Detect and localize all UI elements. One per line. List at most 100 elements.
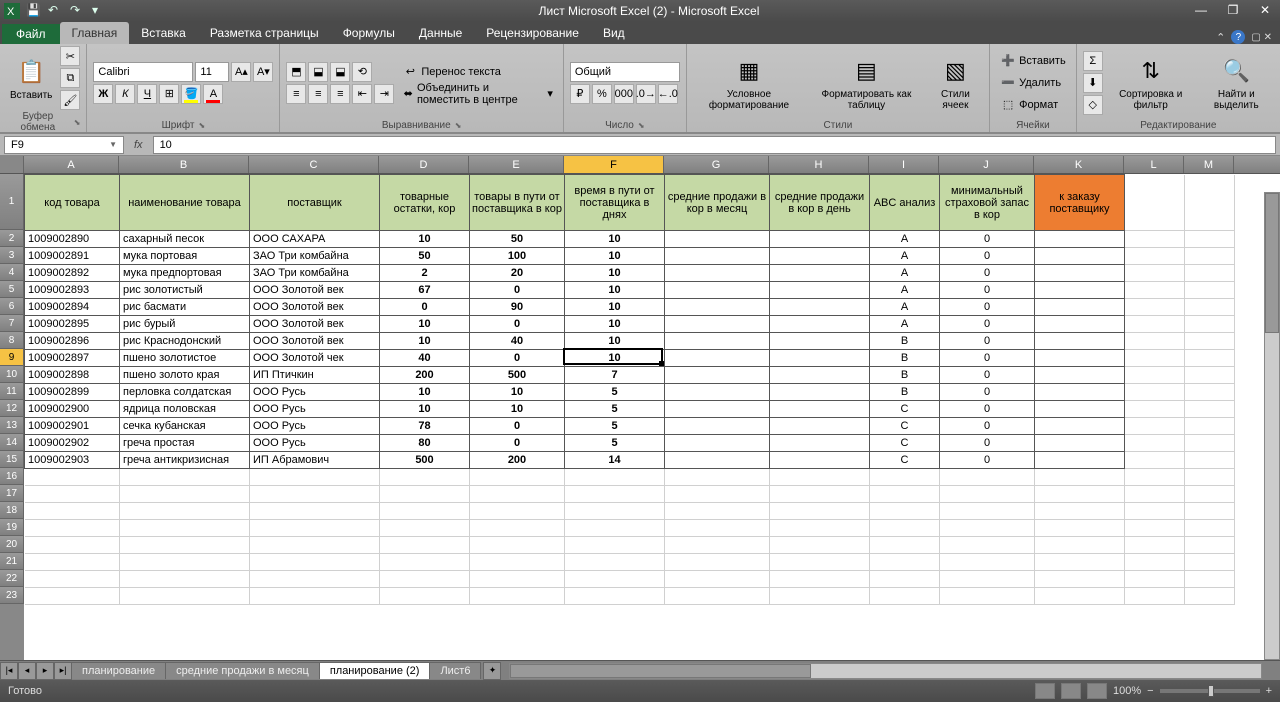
cell[interactable] [770, 452, 870, 469]
cell[interactable]: 10 [565, 333, 665, 350]
cell[interactable] [770, 299, 870, 316]
table-header[interactable]: код товара [25, 175, 120, 231]
row-header-5[interactable]: 5 [0, 281, 24, 298]
cell[interactable]: ИП Птичкин [250, 367, 380, 384]
decrease-indent-button[interactable]: ⇤ [352, 84, 372, 104]
cell[interactable]: A [870, 265, 940, 282]
cell[interactable] [665, 299, 770, 316]
file-tab[interactable]: Файл [2, 24, 60, 44]
cell[interactable]: 0 [940, 265, 1035, 282]
cell-styles-button[interactable]: ▧Стили ячеек [928, 53, 983, 113]
cell[interactable] [770, 282, 870, 299]
table-header[interactable]: поставщик [250, 175, 380, 231]
cell[interactable]: 1009002890 [25, 231, 120, 248]
cell[interactable] [1035, 333, 1125, 350]
zoom-out-button[interactable]: − [1147, 685, 1153, 697]
cell[interactable]: ЗАО Три комбайна [250, 248, 380, 265]
cell[interactable]: 0 [940, 418, 1035, 435]
cell[interactable]: B [870, 384, 940, 401]
cell[interactable]: пшено золотистое [120, 350, 250, 367]
cell[interactable]: ООО Золотой век [250, 333, 380, 350]
col-header-D[interactable]: D [379, 156, 469, 173]
fill-color-button[interactable]: 🪣 [181, 84, 201, 104]
format-as-table-button[interactable]: ▤Форматировать как таблицу [809, 53, 924, 113]
cell[interactable]: рис золотистый [120, 282, 250, 299]
cell[interactable]: ООО Золотой чек [250, 350, 380, 367]
comma-button[interactable]: 000 [614, 84, 634, 104]
cell[interactable] [770, 384, 870, 401]
row-header-8[interactable]: 8 [0, 332, 24, 349]
cell[interactable]: 78 [380, 418, 470, 435]
cell[interactable]: A [870, 316, 940, 333]
cell[interactable] [770, 248, 870, 265]
sheet-tab[interactable]: планирование (2) [319, 662, 431, 679]
cell[interactable]: 10 [380, 401, 470, 418]
cell[interactable]: 1009002900 [25, 401, 120, 418]
cell[interactable]: 10 [565, 231, 665, 248]
table-header[interactable]: товарные остатки, кор [380, 175, 470, 231]
sheet-tab[interactable]: средние продажи в месяц [165, 662, 320, 679]
cell[interactable] [665, 367, 770, 384]
cell[interactable]: 10 [565, 248, 665, 265]
cell[interactable]: 0 [470, 418, 565, 435]
cell[interactable]: 5 [565, 435, 665, 452]
autosum-button[interactable]: Σ [1083, 51, 1103, 71]
cell[interactable] [770, 350, 870, 367]
row-header-23[interactable]: 23 [0, 587, 24, 604]
row-header-16[interactable]: 16 [0, 468, 24, 485]
cell[interactable]: 90 [470, 299, 565, 316]
cell[interactable] [770, 367, 870, 384]
col-header-F[interactable]: F [564, 156, 664, 173]
cell[interactable] [665, 350, 770, 367]
cell[interactable]: 0 [940, 350, 1035, 367]
cell[interactable]: 0 [940, 452, 1035, 469]
cell[interactable]: 100 [470, 248, 565, 265]
cell[interactable] [1035, 316, 1125, 333]
row-header-4[interactable]: 4 [0, 264, 24, 281]
cell[interactable]: ООО Золотой век [250, 299, 380, 316]
clear-button[interactable]: ◇ [1083, 95, 1103, 115]
percent-button[interactable]: % [592, 84, 612, 104]
col-header-E[interactable]: E [469, 156, 564, 173]
cell[interactable] [665, 282, 770, 299]
fx-icon[interactable]: fx [128, 139, 149, 151]
cell[interactable]: рис басмати [120, 299, 250, 316]
cell[interactable]: 2 [380, 265, 470, 282]
zoom-level[interactable]: 100% [1113, 685, 1141, 697]
cell[interactable]: 7 [565, 367, 665, 384]
cell[interactable]: рис бурый [120, 316, 250, 333]
clipboard-dialog-icon[interactable]: ⬊ [74, 118, 81, 127]
format-cells-button[interactable]: ⬚Формат [996, 95, 1070, 115]
col-header-L[interactable]: L [1124, 156, 1184, 173]
cell[interactable]: 0 [940, 316, 1035, 333]
cell[interactable]: 0 [470, 435, 565, 452]
cell[interactable]: 5 [565, 384, 665, 401]
row-header-19[interactable]: 19 [0, 519, 24, 536]
cell[interactable]: 200 [380, 367, 470, 384]
insert-cells-button[interactable]: ➕Вставить [996, 51, 1070, 71]
cell[interactable] [1035, 435, 1125, 452]
tab-formulas[interactable]: Формулы [331, 22, 407, 44]
vertical-scrollbar[interactable] [1264, 192, 1280, 660]
cell[interactable]: 0 [940, 435, 1035, 452]
delete-cells-button[interactable]: ➖Удалить [996, 73, 1070, 93]
cell[interactable]: рис Краснодонский [120, 333, 250, 350]
cell[interactable]: 1009002897 [25, 350, 120, 367]
cell[interactable]: 14 [565, 452, 665, 469]
formula-input[interactable]: 10 [153, 136, 1276, 154]
qat-more-icon[interactable]: ▾ [92, 3, 108, 19]
cell[interactable]: 5 [565, 418, 665, 435]
tab-insert[interactable]: Вставка [129, 22, 198, 44]
cut-button[interactable]: ✂ [60, 46, 80, 66]
zoom-thumb[interactable] [1208, 685, 1214, 697]
bold-button[interactable]: Ж [93, 84, 113, 104]
align-middle-button[interactable]: ⬓ [308, 62, 328, 82]
cell[interactable] [665, 333, 770, 350]
cell[interactable]: 200 [470, 452, 565, 469]
cell[interactable] [770, 435, 870, 452]
page-break-view-button[interactable] [1087, 683, 1107, 699]
cell[interactable]: ИП Абрамович [250, 452, 380, 469]
cells-grid[interactable]: код товаранаименование товарапоставщикто… [24, 174, 1280, 660]
sheet-nav-first[interactable]: |◂ [0, 662, 18, 680]
zoom-in-button[interactable]: + [1266, 685, 1272, 697]
